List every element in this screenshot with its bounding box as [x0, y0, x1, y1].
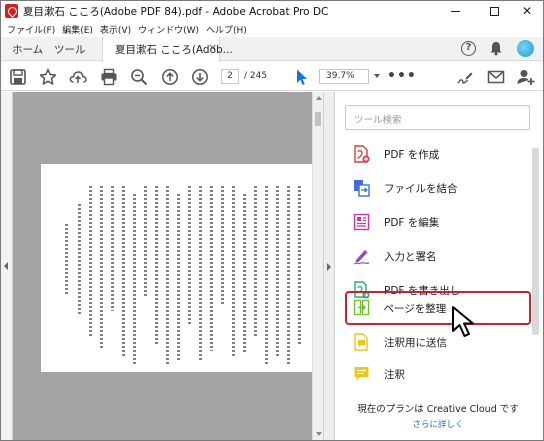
sign-icon[interactable] [456, 68, 474, 86]
title-bar: 夏目漱石 こころ(Adobe PDF 84).pdf - Adobe Acrob… [1, 1, 543, 21]
text-column [210, 186, 213, 351]
select-cursor-icon[interactable] [293, 68, 311, 86]
tool-label: PDF を作成 [384, 149, 440, 161]
document-scrollbar[interactable] [312, 92, 323, 440]
text-column [287, 186, 290, 364]
plan-text: 現在のプランは Creative Cloud です [357, 404, 519, 415]
create-pdf-icon [354, 145, 370, 163]
text-column [243, 194, 246, 354]
page-up-icon[interactable] [161, 68, 179, 86]
fill-sign-icon [353, 250, 370, 265]
tool-search-input[interactable]: ツール検索 [345, 105, 530, 130]
send-comments-icon [354, 333, 368, 351]
page-number-input[interactable]: 2 [221, 69, 239, 84]
page-down-icon[interactable] [191, 68, 209, 86]
text-column [144, 186, 147, 296]
tab-document[interactable]: 夏目漱石 こころ(Adob... × [102, 37, 233, 62]
avatar[interactable] [517, 40, 534, 57]
mail-icon[interactable] [487, 68, 505, 86]
page-total: / 245 [244, 71, 268, 81]
tool-combine-files[interactable]: ファイルを結合 [345, 171, 531, 205]
text-column [100, 186, 103, 348]
add-user-icon[interactable] [517, 68, 535, 86]
collapse-pane-icon [327, 263, 331, 271]
mouse-pointer-icon [452, 306, 474, 337]
tools-pane: ツール検索 PDF を作成 ファイルを結合 PDF を編集 入力と署名 PDF … [335, 92, 543, 440]
main-toolbar: 2 / 245 39.7% ••• [1, 62, 543, 91]
minimize-button[interactable] [438, 1, 472, 21]
zoom-search-icon[interactable] [130, 68, 148, 86]
maximize-icon [489, 6, 499, 16]
text-column [155, 186, 158, 346]
maximize-button[interactable] [477, 1, 511, 21]
more-tools-icon[interactable]: ••• [387, 68, 417, 84]
menu-view[interactable]: 表示(V) [97, 21, 135, 37]
scroll-up-icon[interactable] [316, 96, 322, 100]
bell-icon[interactable] [489, 41, 503, 56]
tool-label: PDF を編集 [384, 217, 440, 229]
tab-close-icon[interactable]: × [208, 41, 217, 54]
text-column [199, 186, 202, 361]
star-icon[interactable] [39, 68, 57, 86]
tool-fill-sign[interactable]: 入力と署名 [345, 239, 531, 273]
tools-scrollbar[interactable] [532, 148, 539, 335]
close-window-button[interactable]: ✕ [510, 1, 543, 21]
text-column [133, 194, 136, 366]
text-column [188, 186, 191, 326]
text-column [221, 186, 224, 306]
text-column [265, 186, 268, 366]
tool-label: 入力と署名 [384, 251, 437, 263]
tool-label: ファイルを結合 [384, 183, 458, 195]
print-icon[interactable] [100, 68, 118, 86]
window-title: 夏目漱石 こころ(Adobe PDF 84).pdf - Adobe Acrob… [23, 6, 329, 18]
menu-window[interactable]: ウィンドウ(W) [135, 21, 203, 37]
tool-send-for-comments[interactable]: 注釈用に送信 [345, 325, 531, 359]
tool-label: 注釈用に送信 [384, 337, 447, 349]
organize-pages-icon [353, 299, 369, 315]
zoom-dropdown-icon[interactable] [374, 74, 380, 78]
tab-tools[interactable]: ツール [54, 42, 86, 57]
text-column [166, 186, 169, 364]
scroll-thumb[interactable] [315, 112, 321, 126]
menu-edit[interactable]: 編集(E) [59, 21, 97, 37]
acrobat-app-icon [5, 4, 18, 18]
scroll-down-icon[interactable] [316, 432, 322, 436]
text-column [177, 194, 180, 362]
tool-comment[interactable]: 注釈 [345, 357, 531, 391]
tab-home[interactable]: ホーム [12, 42, 43, 57]
menu-file[interactable]: ファイル(F) [4, 21, 59, 37]
help-icon[interactable]: ? [461, 41, 476, 56]
learn-more-link[interactable]: さらに詳しく [345, 418, 531, 430]
minimize-icon [450, 10, 460, 12]
text-column [89, 186, 92, 336]
tool-edit-pdf[interactable]: PDF を編集 [345, 205, 531, 239]
tab-bar: ホーム ツール 夏目漱石 こころ(Adob... × ? [1, 37, 543, 62]
cloud-upload-icon[interactable] [69, 68, 87, 86]
tool-organize-pages[interactable]: ページを整理 [345, 291, 531, 325]
menu-help[interactable]: ヘルプ(H) [203, 21, 251, 37]
tool-label: ページを整理 [383, 302, 447, 315]
text-column [276, 186, 279, 356]
zoom-level-field[interactable]: 39.7% [319, 69, 369, 84]
comment-icon [354, 367, 369, 381]
combine-files-icon [354, 180, 370, 197]
pdf-page[interactable] [41, 164, 312, 372]
tool-label: 注釈 [384, 369, 405, 381]
edit-pdf-icon [353, 213, 370, 231]
text-column [122, 186, 125, 356]
text-column [232, 186, 235, 358]
text-column [65, 224, 68, 294]
text-column [78, 204, 81, 314]
right-pane-toggle[interactable] [323, 92, 335, 440]
menu-bar: ファイル(F) 編集(E) 表示(V) ウィンドウ(W) ヘルプ(H) [1, 21, 543, 37]
left-panel-toggle[interactable] [1, 92, 13, 440]
expand-left-icon [4, 262, 8, 270]
acrobat-window: 夏目漱石 こころ(Adobe PDF 84).pdf - Adobe Acrob… [0, 0, 544, 441]
text-column [298, 186, 301, 346]
save-icon[interactable] [9, 68, 27, 86]
text-column [254, 186, 257, 336]
text-column [111, 186, 114, 311]
tool-create-pdf[interactable]: PDF を作成 [345, 137, 531, 171]
